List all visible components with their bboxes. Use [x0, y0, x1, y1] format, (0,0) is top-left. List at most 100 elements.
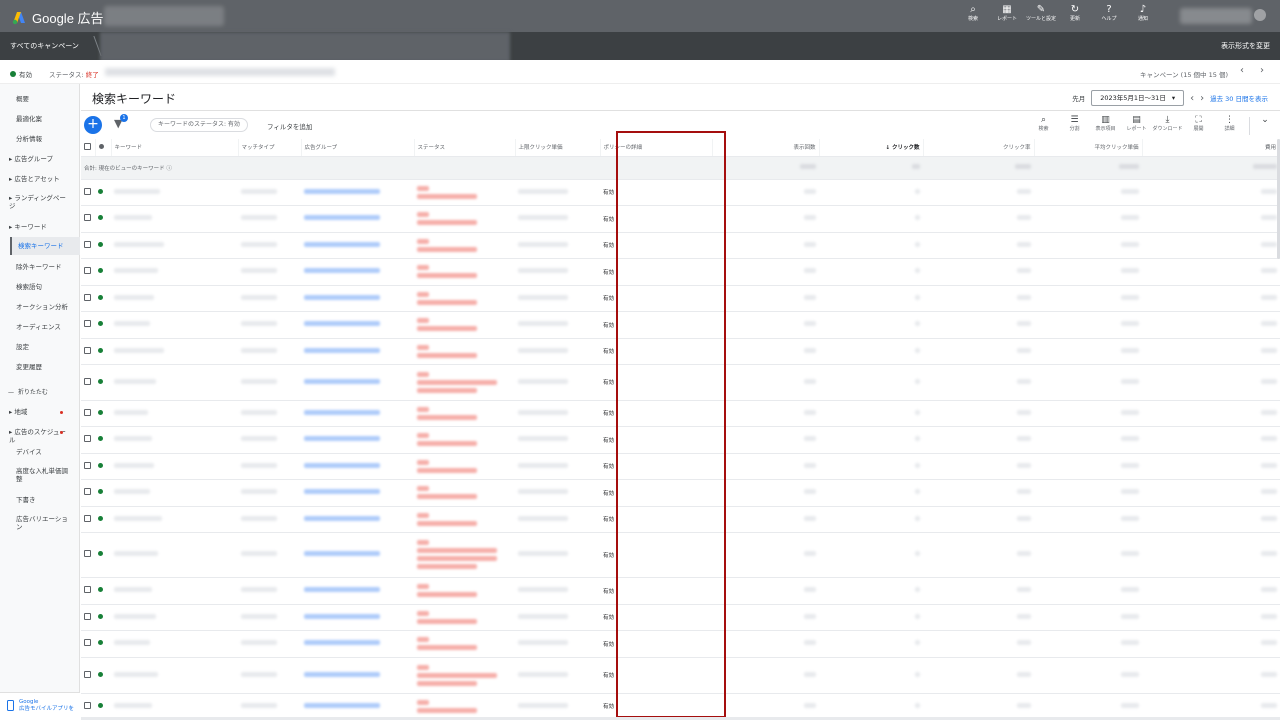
max-cpc-cell[interactable] [515, 693, 600, 720]
table-row[interactable]: 有効 [81, 506, 1280, 533]
enabled-status-dot[interactable] [98, 215, 103, 220]
enabled-status-dot[interactable] [98, 409, 103, 415]
keyword-cell[interactable] [111, 693, 238, 720]
sidebar-item-19[interactable]: 広告バリエーション [16, 515, 74, 531]
max-cpc-cell[interactable] [515, 400, 600, 427]
help-icon[interactable]: ⓘ [166, 166, 172, 172]
keyword-cell[interactable] [111, 506, 238, 533]
max-cpc-cell[interactable] [515, 630, 600, 658]
sidebar-item-7[interactable]: 検索キーワード [10, 237, 80, 255]
keyword-cell[interactable] [111, 364, 238, 401]
sidebar-item-16[interactable]: デバイス [16, 448, 76, 456]
table-row[interactable]: 有効 [81, 205, 1280, 233]
sidebar-item-11[interactable]: オーディエンス [16, 323, 76, 331]
table-tool-more[interactable]: ⋮ 詳細 [1214, 115, 1245, 135]
select-all-checkbox[interactable] [84, 142, 91, 150]
sidebar-item-0[interactable]: 概要 [16, 95, 76, 103]
table-row[interactable]: 有効 [81, 657, 1280, 694]
ad-group-cell[interactable] [301, 604, 414, 631]
table-row[interactable]: 有効 [81, 311, 1280, 339]
row-checkbox[interactable] [84, 187, 91, 195]
max-cpc-cell[interactable] [515, 364, 600, 401]
keyword-cell[interactable] [111, 285, 238, 312]
enabled-status-dot[interactable] [98, 462, 103, 468]
ad-group-cell[interactable] [301, 532, 414, 578]
enabled-status-dot[interactable] [98, 321, 103, 326]
sidebar-item-6[interactable]: ▸ キーワード [9, 223, 69, 231]
col-status[interactable]: ステータス [414, 139, 516, 157]
max-cpc-cell[interactable] [515, 311, 600, 339]
avatar[interactable] [1254, 9, 1266, 21]
max-cpc-cell[interactable] [515, 338, 600, 365]
keyword-cell[interactable] [111, 338, 238, 365]
ad-group-cell[interactable] [301, 630, 414, 658]
table-tool-report[interactable]: ▤ レポート [1121, 115, 1152, 135]
ad-group-cell[interactable] [301, 453, 414, 480]
table-tool-download[interactable]: ⤓ ダウンロード [1152, 115, 1183, 135]
sidebar-item-3[interactable]: ▸ 広告グループ [9, 155, 69, 163]
row-checkbox[interactable] [84, 320, 91, 327]
sidebar-item-5[interactable]: ▸ ランディングページ [9, 194, 67, 210]
row-checkbox[interactable] [84, 293, 91, 301]
collapse-toolbar-button[interactable]: ⌄ [1258, 115, 1272, 135]
sidebar-item-4[interactable]: ▸ 広告とアセット [9, 175, 69, 183]
campaign-breadcrumb-redacted[interactable] [100, 32, 510, 62]
table-row[interactable]: 有効 [81, 532, 1280, 578]
table-row[interactable]: 有効 [81, 179, 1280, 206]
table-row[interactable]: 有効 [81, 426, 1280, 454]
ad-group-cell[interactable] [301, 311, 414, 339]
keyword-cell[interactable] [111, 630, 238, 658]
ad-group-cell[interactable] [301, 258, 414, 286]
table-row[interactable]: 有効 [81, 453, 1280, 480]
sidebar-item-9[interactable]: 検索語句 [16, 283, 76, 291]
top-tool-tools[interactable]: ✎ ツールと設定 [1024, 3, 1058, 23]
keyword-cell[interactable] [111, 604, 238, 631]
max-cpc-cell[interactable] [515, 506, 600, 533]
max-cpc-cell[interactable] [515, 657, 600, 694]
all-campaigns-link[interactable]: すべてのキャンペーン [10, 41, 79, 51]
max-cpc-cell[interactable] [515, 426, 600, 454]
enabled-status-dot[interactable] [98, 347, 103, 353]
status-filter[interactable]: ステータス: 終了 [49, 69, 99, 79]
col-clicks[interactable]: ↓ クリック数 [819, 139, 924, 157]
top-tool-search[interactable]: ⌕ 検索 [956, 3, 990, 23]
last-30-days-link[interactable]: 過去 30 日間を表示 [1210, 93, 1268, 103]
keyword-cell[interactable] [111, 179, 238, 206]
ad-group-cell[interactable] [301, 657, 414, 694]
row-checkbox[interactable] [84, 670, 91, 678]
top-tool-refresh[interactable]: ↻ 更新 [1058, 3, 1092, 23]
sidebar-item-2[interactable]: 分析情報 [16, 135, 76, 143]
max-cpc-cell[interactable] [515, 604, 600, 631]
col-cost[interactable]: 費用 [1142, 139, 1280, 157]
row-checkbox[interactable] [84, 488, 91, 495]
max-cpc-cell[interactable] [515, 532, 600, 578]
prev-period-icon[interactable]: ‹ [1190, 93, 1194, 104]
row-checkbox[interactable] [84, 612, 91, 620]
ad-group-cell[interactable] [301, 400, 414, 427]
row-checkbox[interactable] [84, 639, 91, 646]
sidebar-item-18[interactable]: 下書き [16, 496, 76, 504]
table-tool-expand[interactable]: ⛶ 展開 [1183, 115, 1214, 135]
ad-group-cell[interactable] [301, 506, 414, 533]
max-cpc-cell[interactable] [515, 285, 600, 312]
row-checkbox[interactable] [84, 586, 91, 593]
keyword-cell[interactable] [111, 453, 238, 480]
table-tool-segment[interactable]: ☰ 分割 [1059, 115, 1090, 135]
max-cpc-cell[interactable] [515, 577, 600, 605]
row-checkbox[interactable] [84, 377, 91, 385]
ad-group-cell[interactable] [301, 205, 414, 233]
row-checkbox[interactable] [84, 435, 91, 442]
table-row[interactable]: 有効 [81, 630, 1280, 658]
enabled-status-dot[interactable] [98, 241, 103, 247]
sidebar-item-15[interactable]: ▸ 広告のスケジュール [9, 428, 69, 444]
col-avg-cpc[interactable]: 平均クリック単価 [1034, 139, 1143, 157]
col-max-cpc[interactable]: 上限クリック単価 [515, 139, 601, 157]
ad-group-cell[interactable] [301, 693, 414, 720]
select-all-header[interactable] [81, 139, 96, 157]
enabled-status-dot[interactable] [98, 268, 103, 273]
table-row[interactable]: 有効 [81, 693, 1280, 720]
max-cpc-cell[interactable] [515, 232, 600, 259]
table-row[interactable]: 有効 [81, 338, 1280, 365]
enabled-status-dot[interactable] [98, 378, 103, 384]
keyword-cell[interactable] [111, 311, 238, 339]
